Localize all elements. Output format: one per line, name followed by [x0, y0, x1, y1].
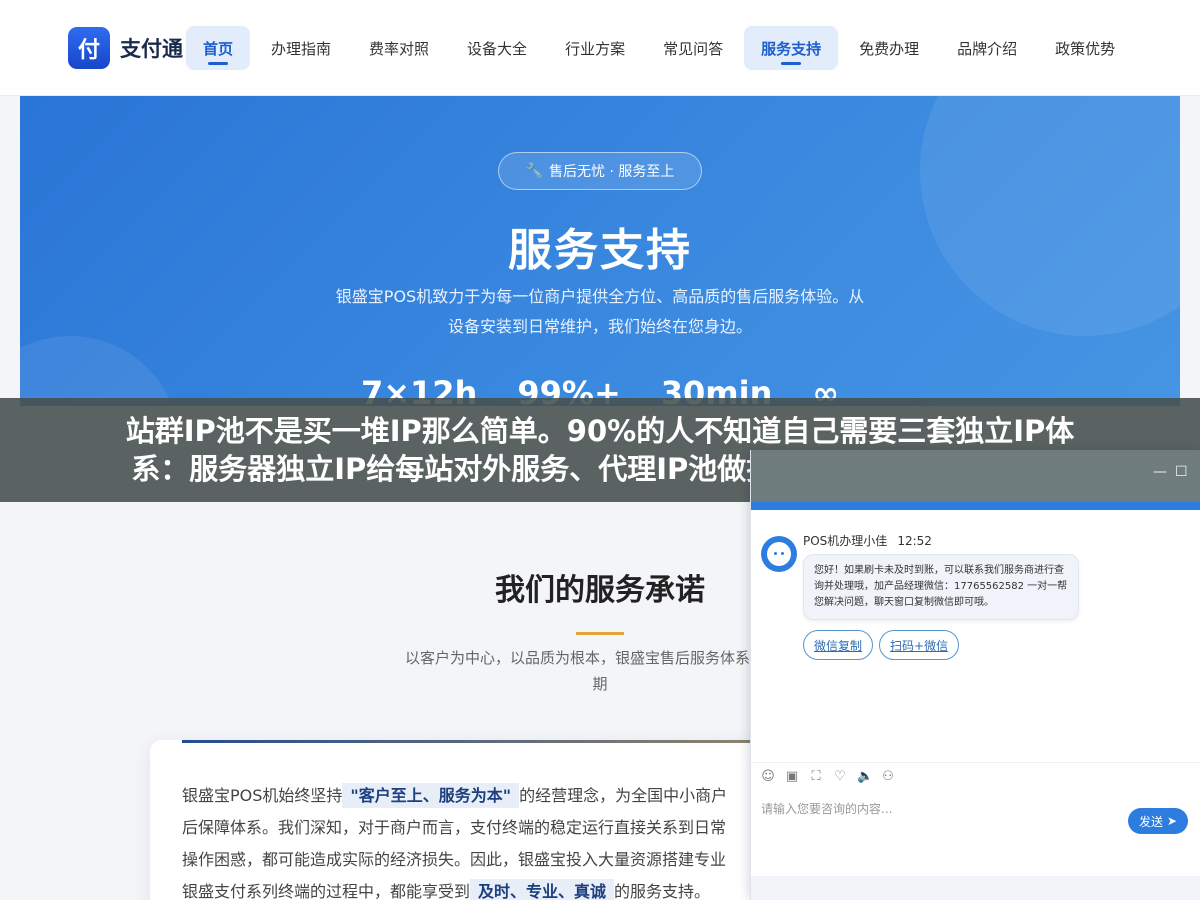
- nav-item-guide[interactable]: 办理指南: [254, 26, 348, 70]
- nav-item-rates[interactable]: 费率对照: [352, 26, 446, 70]
- hero-title: 服务支持: [508, 225, 692, 276]
- screenshot-icon[interactable]: ⛶: [809, 770, 823, 784]
- chat-toolbar: ☺ ▣ ⛶ ♡ 🔈 ⚇: [761, 770, 895, 784]
- main-nav: 首页 办理指南 费率对照 设备大全 行业方案 常见问答 服务支持 免费办理 品牌…: [186, 26, 1136, 70]
- nav-item-free-apply[interactable]: 免费办理: [842, 26, 936, 70]
- send-button[interactable]: 发送 ➤: [1128, 808, 1188, 834]
- maximize-icon[interactable]: ☐: [1175, 464, 1188, 480]
- rating-icon[interactable]: ♡: [833, 770, 847, 784]
- nav-item-devices[interactable]: 设备大全: [450, 26, 544, 70]
- nav-item-home[interactable]: 首页: [186, 26, 251, 70]
- nav-item-industry[interactable]: 行业方案: [548, 26, 642, 70]
- site-logo[interactable]: 付 支付通: [68, 27, 183, 69]
- logo-text: 支付通: [120, 37, 183, 61]
- card-text: 的服务支持。: [614, 882, 711, 900]
- wrench-icon: 🔧: [525, 163, 544, 179]
- chat-titlebar: — ☐: [751, 450, 1200, 502]
- logo-mark: 付: [68, 27, 110, 69]
- agent-avatar: [761, 536, 797, 572]
- site-header: 付 支付通 首页 办理指南 费率对照 设备大全 行业方案 常见问答 服务支持 免…: [0, 0, 1200, 96]
- highlight-text: 及时、专业、真诚: [470, 879, 615, 900]
- copy-wechat-button[interactable]: 微信复制: [803, 630, 874, 660]
- hero-description: 银盛宝POS机致力于为每一位商户提供全方位、高品质的售后服务体验。从设备安装到日…: [335, 287, 865, 336]
- sound-icon[interactable]: 🔈: [857, 770, 873, 784]
- image-icon[interactable]: ▣: [785, 770, 799, 784]
- scan-wechat-button[interactable]: 扫码+微信: [879, 630, 960, 660]
- message-time: 12:52: [897, 534, 932, 548]
- banner-line-1: 站群IP池不是买一堆IP那么简单。90%的人不知道自己需要三套独立IP体: [125, 414, 1075, 448]
- hero-section: 🔧 售后无忧 · 服务至上 服务支持 银盛宝POS机致力于为每一位商户提供全方位…: [20, 96, 1180, 406]
- message-meta: POS机办理小佳 12:52: [803, 532, 932, 549]
- chat-divider: [751, 762, 1200, 763]
- avatar-face-icon: [767, 542, 791, 566]
- chat-window: — ☐ POS机办理小佳 12:52 您好！如果刷卡未及时到账，可以联系我们服务商…: [750, 450, 1200, 900]
- history-icon[interactable]: ⚇: [881, 770, 895, 784]
- message-bubble: 您好！如果刷卡未及时到账，可以联系我们服务商进行查询并处理哦，加产品经理微信：1…: [803, 554, 1079, 620]
- minimize-icon[interactable]: —: [1153, 464, 1167, 480]
- title-underline: [576, 632, 624, 635]
- chat-footer: [751, 876, 1200, 900]
- card-text: 银盛支付系列终端的过程中，都能享受到: [182, 882, 471, 900]
- card-text: 的经营理念，为全国中小商户: [519, 786, 728, 805]
- nav-item-support[interactable]: 服务支持: [744, 26, 839, 70]
- hero-badge-label: 售后无忧 · 服务至上: [549, 164, 675, 180]
- chat-accent-bar: [751, 502, 1200, 510]
- nav-item-policy[interactable]: 政策优势: [1038, 26, 1132, 70]
- send-arrow-icon: ➤: [1166, 814, 1178, 828]
- chat-input[interactable]: 请输入您要咨询的内容...: [761, 800, 892, 817]
- quick-actions: 微信复制 扫码+微信: [803, 630, 960, 660]
- nav-item-faq[interactable]: 常见问答: [646, 26, 740, 70]
- nav-item-brand[interactable]: 品牌介绍: [940, 26, 1034, 70]
- emoji-icon[interactable]: ☺: [761, 770, 775, 784]
- send-label: 发送: [1138, 814, 1163, 829]
- card-text: 银盛宝POS机始终坚持: [182, 786, 343, 805]
- highlight-text: "客户至上、服务为本": [342, 783, 520, 808]
- hero-badge: 🔧 售后无忧 · 服务至上: [498, 152, 702, 190]
- agent-name: POS机办理小佳: [803, 534, 888, 548]
